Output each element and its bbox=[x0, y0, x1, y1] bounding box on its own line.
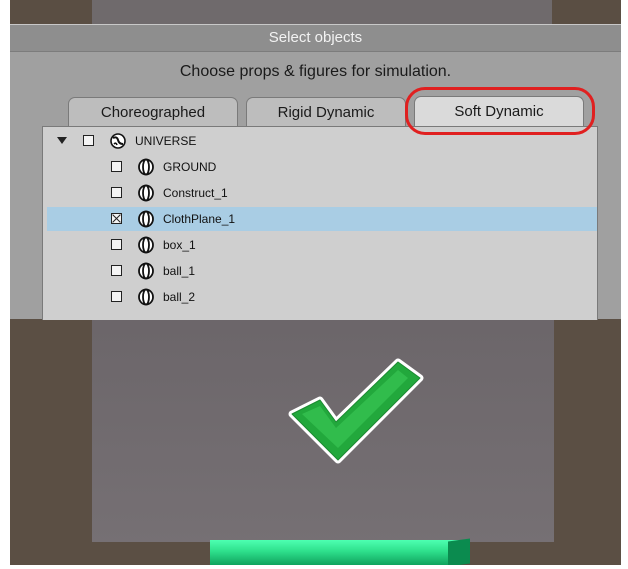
tree-label: Construct_1 bbox=[163, 186, 228, 200]
item-checkbox[interactable] bbox=[111, 239, 122, 250]
green-box-side bbox=[448, 538, 470, 565]
tree-row-ball-1[interactable]: ball_1 bbox=[43, 259, 597, 283]
green-box-render bbox=[210, 540, 460, 565]
tree-label: GROUND bbox=[163, 160, 217, 174]
tree-row-construct[interactable]: Construct_1 bbox=[43, 181, 597, 205]
tree-row-ball-2[interactable]: ball_2 bbox=[43, 285, 597, 309]
annotation-circle bbox=[405, 87, 595, 135]
screenshot-frame: Select objects Choose props & figures fo… bbox=[10, 0, 621, 565]
item-checkbox-checked[interactable] bbox=[111, 213, 122, 224]
select-objects-dialog: Select objects Choose props & figures fo… bbox=[10, 24, 621, 320]
item-checkbox[interactable] bbox=[111, 161, 122, 172]
dialog-subtitle: Choose props & figures for simulation. bbox=[179, 63, 452, 80]
prop-icon bbox=[138, 236, 154, 254]
tab-rigid-dynamic[interactable]: Rigid Dynamic bbox=[246, 97, 406, 126]
tree-label: UNIVERSE bbox=[135, 134, 197, 148]
universe-checkbox[interactable] bbox=[83, 135, 94, 146]
prop-icon bbox=[138, 184, 154, 202]
object-tree-panel: UNIVERSE GROUND Construct_1 ClothPlane_1… bbox=[42, 126, 598, 320]
expand-triangle-icon[interactable] bbox=[57, 137, 67, 145]
tree-label: ball_1 bbox=[163, 264, 196, 278]
item-checkbox[interactable] bbox=[111, 265, 122, 276]
tree-row-clothplane[interactable]: ClothPlane_1 bbox=[43, 207, 597, 231]
prop-icon bbox=[138, 262, 154, 280]
prop-icon bbox=[138, 288, 154, 306]
item-checkbox[interactable] bbox=[111, 187, 122, 198]
tree-row-box[interactable]: box_1 bbox=[43, 233, 597, 257]
prop-icon bbox=[138, 158, 154, 176]
item-checkbox[interactable] bbox=[111, 291, 122, 302]
dialog-title: Select objects bbox=[10, 25, 621, 52]
tab-choreographed[interactable]: Choreographed bbox=[68, 97, 238, 126]
tree-label: box_1 bbox=[163, 238, 196, 252]
prop-icon bbox=[138, 210, 154, 228]
green-checkmark-icon bbox=[288, 358, 424, 464]
tree-label: ClothPlane_1 bbox=[163, 212, 236, 226]
tree-row-ground[interactable]: GROUND bbox=[43, 155, 597, 179]
tree-label: ball_2 bbox=[163, 290, 196, 304]
globe-icon bbox=[110, 133, 126, 149]
